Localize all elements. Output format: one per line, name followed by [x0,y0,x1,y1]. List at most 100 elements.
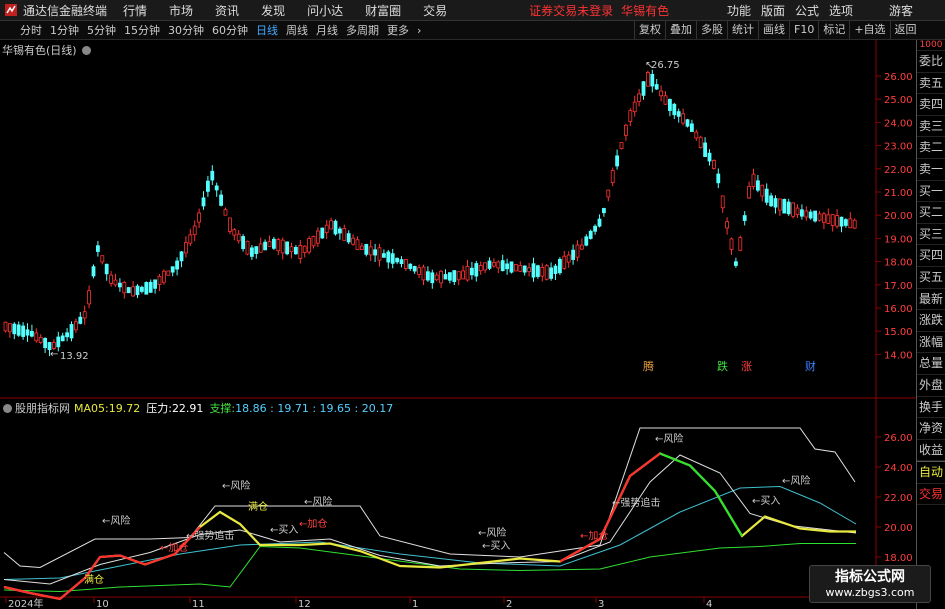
period-daily[interactable]: 日线 [252,22,282,38]
menu-function[interactable]: 功能 [727,2,751,19]
menu-options[interactable]: 选项 [829,2,853,19]
menu-ask[interactable]: 问小达 [307,2,343,19]
marker-teng[interactable]: 腾 [643,359,654,373]
dropdown-circle-icon[interactable] [82,46,92,55]
candle-body [408,263,413,269]
menu-formula[interactable]: 公式 [795,2,819,19]
chart-panel[interactable]: 26.00 25.00 24.00 23.00 22.00 21.00 20.00 19.00… [0,40,917,609]
candle-body [113,279,118,286]
side-item[interactable]: 买二 [917,202,945,224]
candle-body [553,265,558,274]
mark-button[interactable]: 标记 [818,21,849,39]
stats-button[interactable]: 统计 [727,21,758,39]
candle-body [646,72,650,87]
side-item[interactable]: 卖二 [917,137,945,159]
candle-body [712,160,716,169]
indicator-gear-icon[interactable] [3,403,12,413]
side-item[interactable]: 最新 [917,289,945,311]
side-item[interactable]: 买三 [917,224,945,246]
menu-news[interactable]: 资讯 [215,2,239,19]
side-item[interactable]: 委比 [917,51,945,73]
menu-market[interactable]: 市场 [169,2,193,19]
marker-cai[interactable]: 财 [805,359,816,373]
watermark: 指标公式网 www.zbgs3.com [809,565,931,603]
overlay-button[interactable]: 叠加 [665,21,696,39]
candle-body [839,216,844,227]
price-axis: 26.00 25.00 24.00 23.00 22.00 21.00 20.00 19.00… [876,72,913,361]
side-item[interactable]: 卖三 [917,116,945,138]
candle-body [764,188,769,203]
period-monthly[interactable]: 月线 [312,22,342,38]
side-item[interactable]: 买五 [917,267,945,289]
side-item[interactable]: 总量 [917,353,945,375]
period-multi[interactable]: 多周期 [342,22,383,38]
candle-body [487,260,492,269]
side-item[interactable]: 涨跌 [917,310,945,332]
period-5min[interactable]: 5分钟 [83,22,120,38]
candle-body [425,271,430,281]
candle-body [276,239,281,252]
candle-body [377,247,382,261]
menu-discover[interactable]: 发现 [261,2,285,19]
candle-body [804,210,809,218]
marker-zhang[interactable]: 涨 [741,360,752,373]
back-button[interactable]: 返回 [889,21,921,39]
candle-body [201,197,206,207]
candle-body [808,211,813,219]
candle-body [593,225,597,232]
candle-body [192,225,197,236]
adjust-button[interactable]: 复权 [634,21,665,39]
indicator-tick-label: 26.00 [884,433,913,444]
side-item[interactable]: 卖一 [917,159,945,181]
candle-body [263,241,268,251]
risk-label: ←风险 [222,479,250,492]
side-item[interactable]: 涨幅 [917,332,945,354]
side-item[interactable]: 收益 [917,440,945,462]
ma-value: 19.72 [108,401,141,415]
more-chevron-icon[interactable]: › [413,24,425,37]
side-item[interactable]: 外盘 [917,375,945,397]
candle-body [223,209,228,216]
candle-body [82,311,87,319]
f10-button[interactable]: F10 [789,21,818,39]
side-item[interactable]: 买一 [917,181,945,203]
trade-button[interactable]: 交易 [917,484,945,506]
add-watchlist-button[interactable]: +自选 [849,21,889,39]
candle-body [773,198,778,208]
app-title: 通达信金融终端 [23,3,108,18]
menu-wealth[interactable]: 财富圈 [365,2,401,19]
multi-stock-button[interactable]: 多股 [696,21,727,39]
side-item[interactable]: 卖四 [917,94,945,116]
high-arrow-icon: ↖ [645,60,653,71]
period-15min[interactable]: 15分钟 [120,22,164,38]
draw-line-button[interactable]: 画线 [758,21,789,39]
period-1min[interactable]: 1分钟 [46,22,83,38]
candle-body [148,281,153,293]
guest-user[interactable]: 游客 [889,2,913,19]
login-status[interactable]: 证券交易未登录 [529,2,613,19]
candle-body [153,279,158,289]
period-intraday[interactable]: 分时 [0,22,46,38]
menu-layout[interactable]: 版面 [761,2,785,19]
candle-body [78,316,83,324]
auto-button[interactable]: 自动 [917,461,945,484]
menu-trade[interactable]: 交易 [423,2,447,19]
side-item[interactable]: 卖五 [917,73,945,95]
period-weekly[interactable]: 周线 [282,22,312,38]
candle-body [491,262,496,267]
side-item[interactable]: 换手 [917,397,945,419]
candle-body [536,265,540,277]
side-item[interactable]: 净资 [917,418,945,440]
candle-body [619,142,624,150]
candle-body [126,287,131,294]
main-signal-fall [659,452,743,537]
marker-die[interactable]: 跌 [717,359,728,373]
candle-body [157,275,162,285]
indicator-annotations: ←风险 ←风险 ←风险 ←风险 ←风险 ←风险 ←强势追击 ←强势追击 ←加仓 … [84,432,810,586]
period-30min[interactable]: 30分钟 [164,22,208,38]
period-60min[interactable]: 60分钟 [208,22,252,38]
period-more[interactable]: 更多 [383,22,413,38]
indicator-name[interactable]: 股朋指标网 [15,400,70,416]
side-item[interactable]: 买四 [917,245,945,267]
menu-market-quotes[interactable]: 行情 [123,2,147,19]
